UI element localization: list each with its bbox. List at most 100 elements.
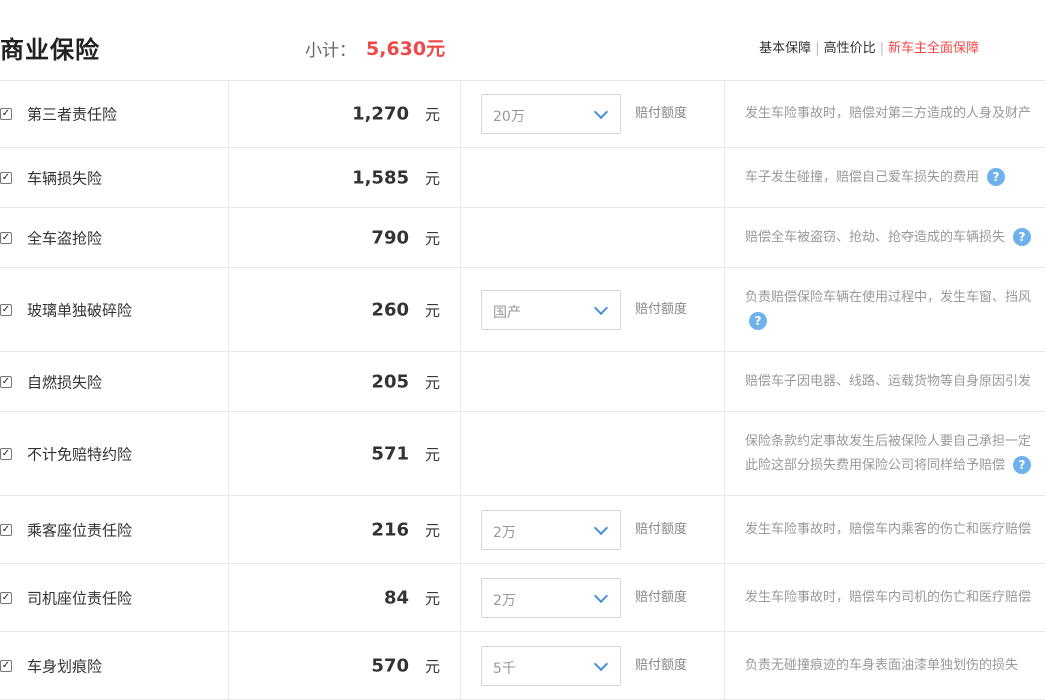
coverage-select-value: 2万	[493, 592, 516, 609]
coverage-option-cell: 5千 赔付额度	[461, 632, 725, 699]
description-cell: 负责赔偿保险车辆在使用过程中，发生车窗、挡风 ?	[725, 268, 1045, 351]
insurance-description: 赔偿车子因电器、线路、运载货物等自身原因引发	[745, 370, 1045, 394]
insurance-checkbox[interactable]: ✓	[0, 375, 12, 388]
help-icon[interactable]: ?	[749, 312, 767, 330]
description-line: 发生车险事故时，赔偿车内司机的伤亡和医疗赔偿	[745, 589, 1032, 605]
description-text: 此险这部分损失费用保险公司将同样给予赔偿	[745, 457, 1006, 473]
insurance-description: 保险条款约定事故发生后被保险人要自己承担一定 此险这部分损失费用保险公司将同样给…	[745, 430, 1045, 478]
table-row: ✓ 不计免赔特约险 571 元 保险条款约定事故发生后被保险人要自己承担一定 此…	[0, 412, 1045, 496]
tab-basic[interactable]: 基本保障	[759, 41, 811, 56]
price-cell: 1,585 元	[229, 148, 461, 207]
insurance-amount: 84	[383, 587, 409, 608]
insurance-amount: 1,585	[352, 167, 409, 188]
help-icon[interactable]: ?	[1013, 228, 1032, 246]
insurance-checkbox[interactable]: ✓	[0, 523, 12, 536]
insurance-description: 发生车险事故时，赔偿车内乘客的伤亡和医疗赔偿	[745, 518, 1045, 542]
subtotal-value: 5,630元	[366, 38, 446, 60]
price-cell: 84 元	[229, 564, 461, 631]
table-row: ✓ 车辆损失险 1,585 元 车子发生碰撞，赔偿自己爱车损失的费用?	[0, 148, 1045, 208]
chevron-down-icon	[593, 520, 609, 535]
insurance-checkbox[interactable]: ✓	[0, 107, 12, 120]
insurance-amount: 570	[371, 655, 409, 676]
help-icon[interactable]: ?	[1013, 456, 1032, 474]
currency-unit: 元	[424, 105, 440, 123]
tab-new-owner[interactable]: 新车主全面保障	[888, 41, 979, 56]
insurance-checkbox[interactable]: ✓	[0, 171, 12, 184]
coverage-label: 赔付额度	[635, 657, 688, 673]
coverage-select[interactable]: 2万	[481, 509, 621, 550]
currency-unit: 元	[424, 169, 440, 187]
insurance-name-cell: ✓ 不计免赔特约险	[0, 412, 229, 495]
table-row: ✓ 全车盗抢险 790 元 赔偿全车被盗窃、抢劫、抢夺造成的车辆损失?	[0, 208, 1045, 268]
table-row: ✓ 第三者责任险 1,270 元 20万 赔付额度 发生车险事故时，赔偿对第三方…	[0, 80, 1045, 148]
insurance-description: 发生车险事故时，赔偿对第三方造成的人身及财产	[745, 102, 1045, 126]
description-cell: 负责无碰撞痕迹的车身表面油漆单独划伤的损失	[725, 632, 1045, 699]
description-cell: 保险条款约定事故发生后被保险人要自己承担一定 此险这部分损失费用保险公司将同样给…	[725, 412, 1045, 495]
coverage-label: 赔付额度	[635, 589, 688, 605]
description-cell: 发生车险事故时，赔偿车内乘客的伤亡和医疗赔偿	[725, 496, 1045, 563]
insurance-name-cell: ✓ 第三者责任险	[0, 80, 229, 147]
insurance-name: 乘客座位责任险	[27, 521, 133, 539]
insurance-name: 玻璃单独破碎险	[27, 301, 133, 319]
price-cell: 1,270 元	[229, 80, 461, 147]
description-cell: 赔偿全车被盗窃、抢劫、抢夺造成的车辆损失?	[725, 208, 1045, 267]
insurance-amount: 790	[371, 227, 409, 248]
description-cell: 发生车险事故时，赔偿车内司机的伤亡和医疗赔偿	[725, 564, 1045, 631]
insurance-checkbox[interactable]: ✓	[0, 447, 12, 460]
insurance-description: 负责无碰撞痕迹的车身表面油漆单独划伤的损失	[745, 654, 1045, 678]
insurance-description: 赔偿全车被盗窃、抢劫、抢夺造成的车辆损失?	[745, 226, 1045, 250]
coverage-option-cell	[461, 352, 725, 411]
coverage-label: 赔付额度	[635, 301, 688, 317]
coverage-select[interactable]: 2万	[481, 577, 621, 618]
help-icon[interactable]: ?	[987, 168, 1006, 186]
insurance-name-cell: ✓ 车身划痕险	[0, 632, 229, 699]
description-line: 赔偿车子因电器、线路、运载货物等自身原因引发	[745, 373, 1032, 389]
insurance-name: 司机座位责任险	[27, 589, 133, 607]
insurance-name-cell: ✓ 乘客座位责任险	[0, 496, 229, 563]
coverage-select[interactable]: 5千	[481, 645, 621, 686]
description-text: 车子发生碰撞，赔偿自己爱车损失的费用	[745, 169, 980, 185]
coverage-option-cell: 2万 赔付额度	[461, 564, 725, 631]
currency-unit: 元	[424, 229, 440, 247]
chevron-down-icon	[593, 656, 609, 671]
insurance-amount: 216	[371, 519, 409, 540]
description-line: 负责无碰撞痕迹的车身表面油漆单独划伤的损失	[745, 657, 1019, 673]
coverage-select[interactable]: 国产	[481, 289, 621, 330]
description-line: 保险条款约定事故发生后被保险人要自己承担一定	[745, 433, 1032, 449]
coverage-option-cell: 2万 赔付额度	[461, 496, 725, 563]
commercial-insurance-header: 商业保险 小计： 5,630元 基本保障 | 高性价比 | 新车主全面保障	[0, 0, 1045, 81]
description-line: 发生车险事故时，赔偿车内乘客的伤亡和医疗赔偿	[745, 521, 1032, 537]
coverage-select-value: 5千	[493, 660, 516, 677]
coverage-select[interactable]: 20万	[481, 93, 621, 134]
description-cell: 赔偿车子因电器、线路、运载货物等自身原因引发	[725, 352, 1045, 411]
insurance-checkbox[interactable]: ✓	[0, 231, 12, 244]
chevron-down-icon	[593, 104, 609, 119]
coverage-label: 赔付额度	[635, 521, 688, 537]
currency-unit: 元	[424, 657, 440, 675]
coverage-select-value: 国产	[493, 304, 521, 321]
insurance-name: 不计免赔特约险	[27, 445, 133, 463]
price-cell: 260 元	[229, 268, 461, 351]
coverage-select-value: 20万	[493, 108, 525, 125]
insurance-amount: 1,270	[352, 103, 409, 124]
table-row: ✓ 玻璃单独破碎险 260 元 国产 赔付额度 负责赔偿保险车辆在使用过程中，发…	[0, 268, 1045, 352]
insurance-name-cell: ✓ 车辆损失险	[0, 148, 229, 207]
coverage-option-cell: 20万 赔付额度	[461, 80, 725, 147]
coverage-option-cell	[461, 412, 725, 495]
currency-unit: 元	[424, 521, 440, 539]
coverage-option-cell: 国产 赔付额度	[461, 268, 725, 351]
table-row: ✓ 自燃损失险 205 元 赔偿车子因电器、线路、运载货物等自身原因引发	[0, 352, 1045, 412]
coverage-select-value: 2万	[493, 524, 516, 541]
chevron-down-icon	[593, 300, 609, 315]
insurance-checkbox[interactable]: ✓	[0, 659, 12, 672]
insurance-amount: 571	[371, 443, 409, 464]
table-row: ✓ 车身划痕险 570 元 5千 赔付额度 负责无碰撞痕迹的车身表面油漆单独划伤…	[0, 632, 1045, 700]
description-cell: 车子发生碰撞，赔偿自己爱车损失的费用?	[725, 148, 1045, 207]
insurance-name: 车辆损失险	[27, 169, 103, 187]
description-line: 负责赔偿保险车辆在使用过程中，发生车窗、挡风	[745, 289, 1032, 305]
insurance-name-cell: ✓ 自燃损失险	[0, 352, 229, 411]
tab-value[interactable]: 高性价比	[824, 41, 876, 56]
insurance-checkbox[interactable]: ✓	[0, 591, 12, 604]
insurance-checkbox[interactable]: ✓	[0, 303, 12, 316]
page-title: 商业保险	[0, 36, 100, 64]
